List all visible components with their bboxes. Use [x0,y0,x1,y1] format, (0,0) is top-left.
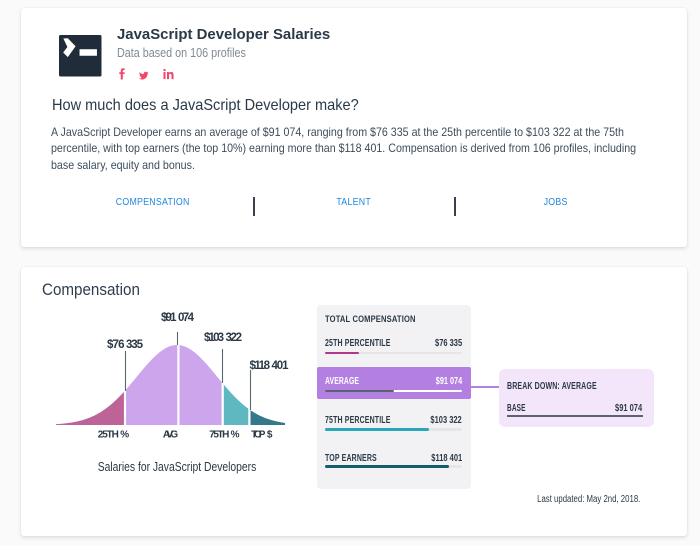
svg-text:$91: $91 [161,312,177,324]
svg-text:$76: $76 [107,339,125,351]
svg-text:335: 335 [126,339,144,351]
svg-text:$: $ [267,430,273,441]
svg-text:Salaries for JavaScript Develo: Salaries for JavaScript Developers [98,460,257,474]
svg-text:75TH: 75TH [209,430,229,441]
svg-text:AVG: AVG [163,430,178,441]
svg-text:401: 401 [272,360,290,372]
svg-text:$118: $118 [250,360,271,372]
svg-text:322: 322 [226,332,243,344]
svg-text:%: % [120,430,129,441]
svg-text:TOP: TOP [251,430,266,441]
svg-text:25TH: 25TH [98,430,119,441]
svg-text:$103: $103 [204,332,224,344]
svg-text:%: % [231,430,240,441]
svg-text:074: 074 [178,312,195,324]
